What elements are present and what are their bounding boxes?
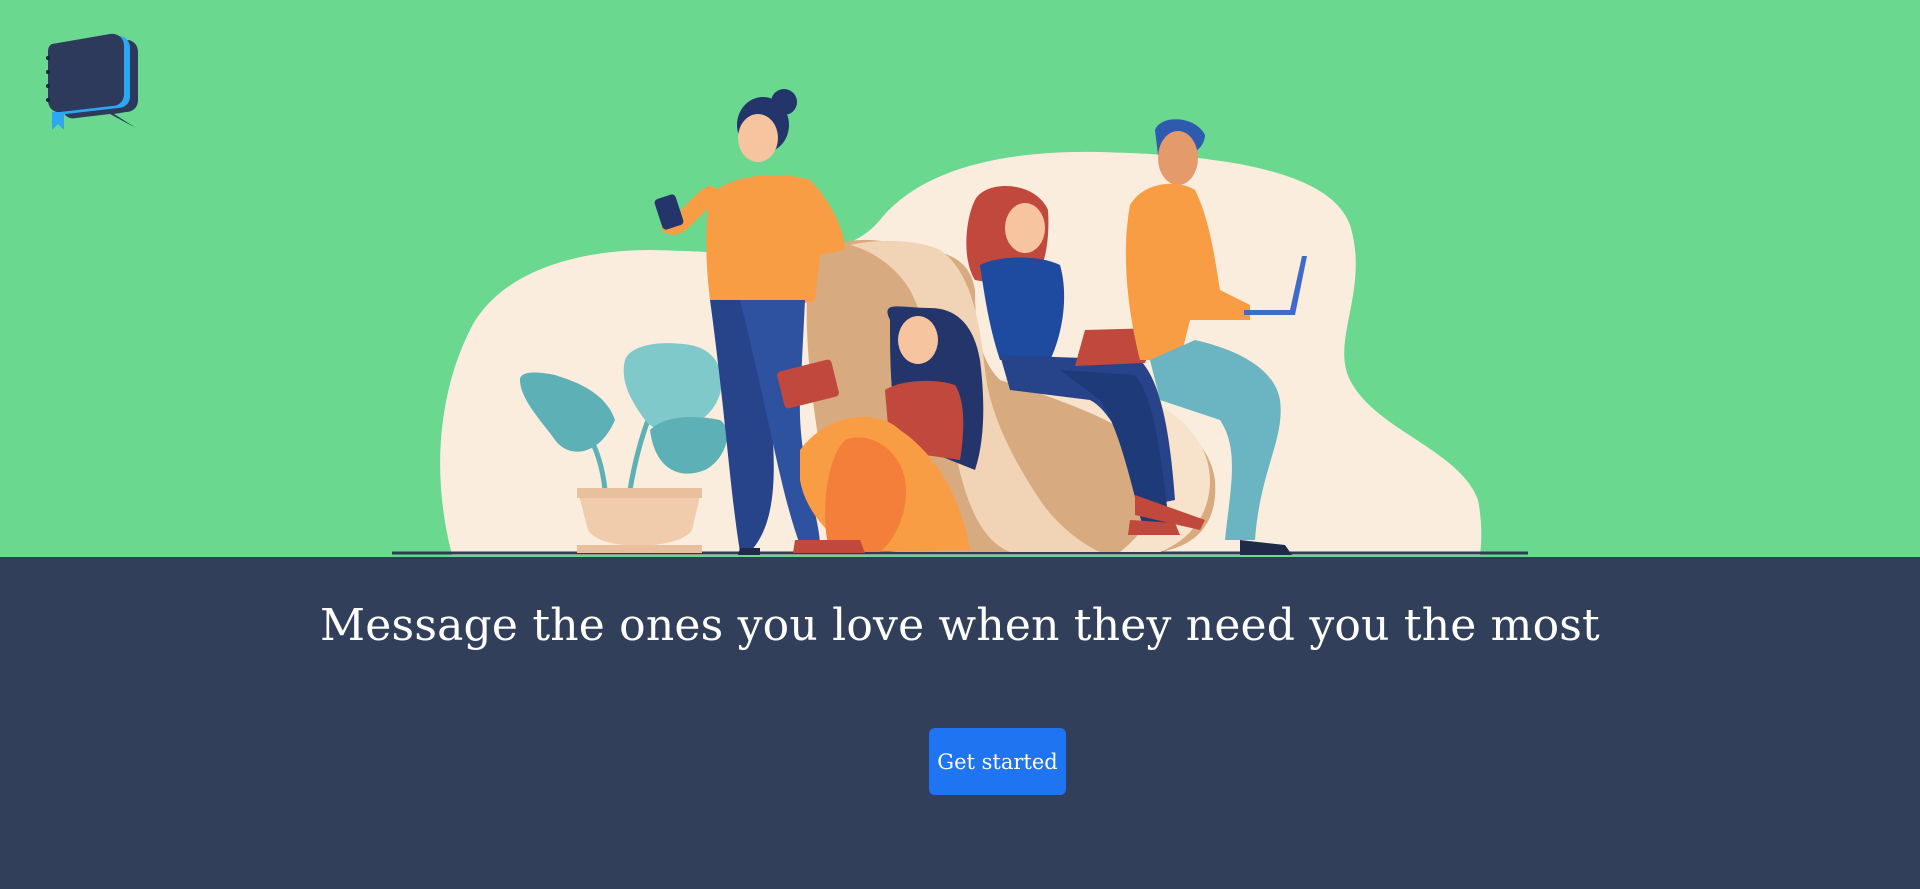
people-using-devices-illustration xyxy=(392,89,1528,555)
chat-notebook-logo-icon[interactable] xyxy=(44,28,140,132)
get-started-button[interactable]: Get started xyxy=(929,728,1066,795)
page-headline: Message the ones you love when they need… xyxy=(320,600,1600,651)
hero-section xyxy=(0,0,1920,557)
